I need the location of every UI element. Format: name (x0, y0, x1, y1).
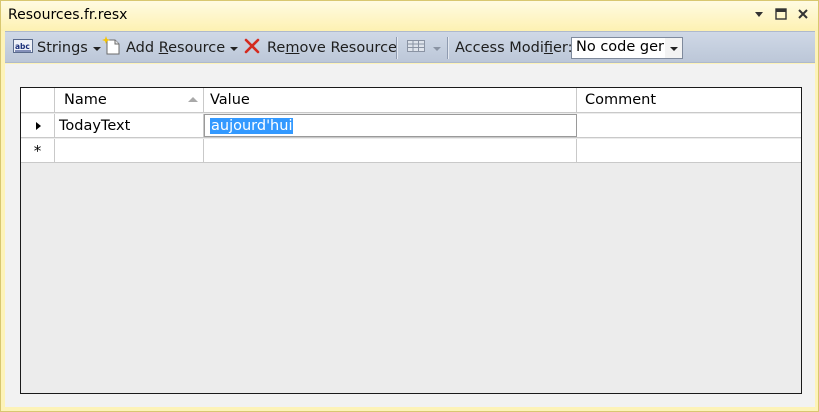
grid-view-icon (406, 38, 426, 58)
new-row[interactable]: * (21, 139, 801, 163)
selected-value-text[interactable]: aujourd'hui (210, 117, 294, 134)
cell-comment[interactable] (577, 114, 801, 137)
dropdown-icon[interactable] (752, 6, 766, 22)
views-dropdown-button[interactable] (406, 32, 441, 64)
add-resource-label: Add Resource (126, 40, 226, 56)
access-modifier-value: No code gene (576, 39, 664, 55)
current-row-arrow-icon (35, 121, 41, 130)
header-corner[interactable] (21, 88, 55, 112)
add-resource-icon (102, 36, 122, 60)
cell-name[interactable] (55, 139, 204, 162)
svg-text:abc: abc (15, 42, 30, 51)
remove-resource-button[interactable]: Remove Resource (243, 32, 397, 64)
column-header-comment[interactable]: Comment (577, 88, 801, 112)
cell-value[interactable] (204, 139, 577, 162)
cell-value-editor[interactable]: aujourd'hui (204, 114, 577, 137)
chevron-down-icon (433, 46, 441, 51)
strings-abc-icon: abc (13, 38, 33, 58)
strings-label: Strings (37, 40, 88, 56)
chevron-down-icon (230, 46, 239, 51)
access-modifier-select[interactable]: No code gene (571, 37, 683, 59)
cell-comment[interactable] (577, 139, 801, 162)
chevron-down-icon (669, 46, 678, 51)
maximize-icon[interactable] (774, 6, 788, 22)
access-modifier-label: Access Modifier: (455, 40, 573, 56)
resource-toolbar: abc Strings Add Resource Remove Resource… (5, 31, 815, 63)
chevron-down-icon (92, 46, 101, 51)
close-icon[interactable] (796, 6, 810, 22)
cell-name[interactable]: TodayText (55, 114, 204, 137)
strings-dropdown-button[interactable]: abc Strings (13, 32, 101, 64)
resource-grid: Name Value Comment TodayText aujourd'hui (20, 87, 802, 394)
editor-content-area: Name Value Comment TodayText aujourd'hui (5, 64, 815, 407)
toolbar-separator (447, 37, 448, 59)
document-tab-titlebar: Resources.fr.resx (1, 1, 818, 31)
row-header[interactable]: * (21, 139, 55, 162)
window-title: Resources.fr.resx (8, 7, 128, 23)
new-row-asterisk-icon: * (32, 141, 43, 160)
table-row[interactable]: TodayText aujourd'hui (21, 114, 801, 138)
row-header[interactable] (21, 114, 55, 137)
remove-resource-label: Remove Resource (267, 40, 397, 56)
access-modifier-dropdown-button[interactable] (665, 38, 682, 58)
sort-ascending-icon (188, 97, 198, 102)
resource-editor-window: Resources.fr.resx abc Strings Add Resour… (0, 0, 819, 412)
toolbar-separator (396, 37, 397, 59)
column-header-value[interactable]: Value (204, 88, 577, 112)
add-resource-button[interactable]: Add Resource (102, 32, 239, 64)
grid-header-row: Name Value Comment (21, 88, 801, 113)
window-controls (752, 6, 810, 22)
column-header-name[interactable]: Name (55, 88, 204, 112)
remove-x-icon (243, 37, 261, 59)
